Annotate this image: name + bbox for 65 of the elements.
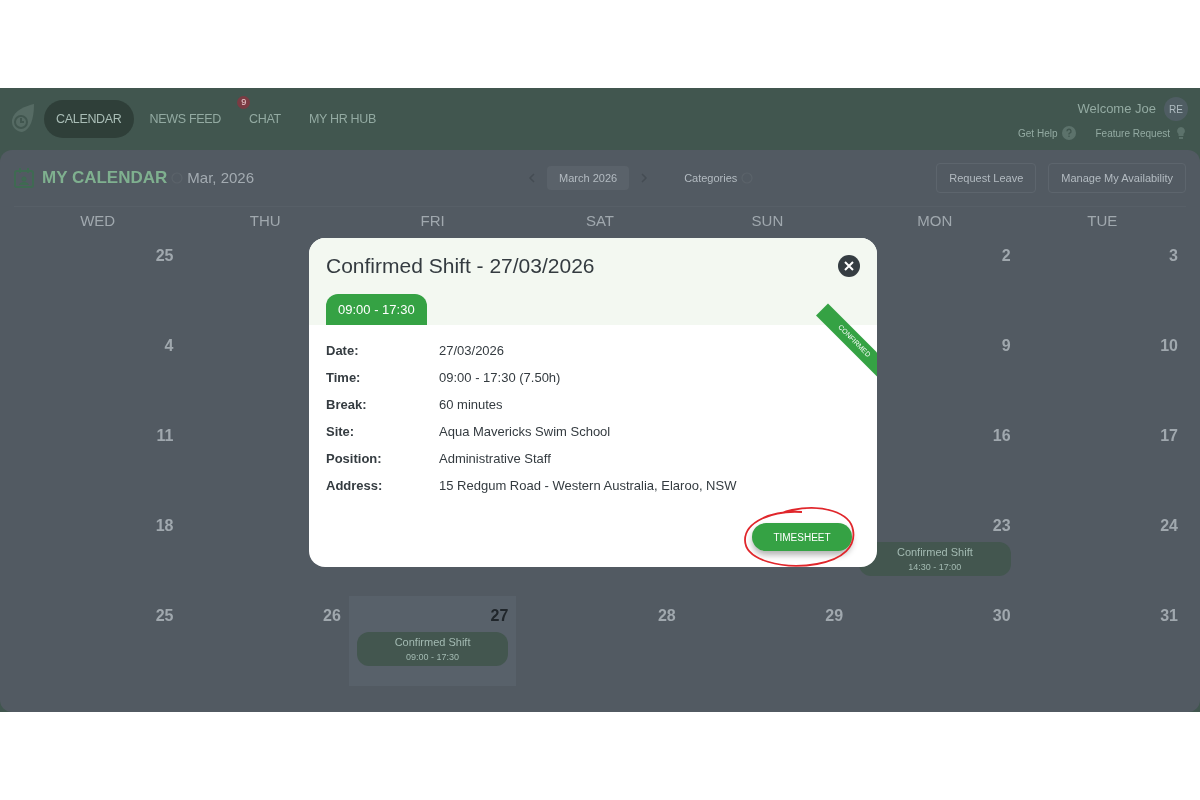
event-time: 14:30 - 17:00 — [908, 560, 962, 574]
detail-value: Aqua Mavericks Swim School — [439, 422, 611, 441]
date-number: 25 — [155, 606, 174, 626]
close-button[interactable] — [838, 254, 860, 277]
date-number: 31 — [1160, 606, 1178, 626]
weekday-header: MON — [916, 211, 954, 232]
page-title: MY CALENDAR — [42, 167, 168, 190]
date-number: 28 — [657, 606, 676, 626]
event-title: Confirmed Shift — [896, 545, 973, 560]
current-month: Mar, 2026 — [187, 167, 255, 188]
detail-label: Time: — [326, 368, 362, 387]
date-number: 16 — [992, 426, 1011, 446]
date-number: 18 — [155, 516, 174, 536]
weekday-header: WED — [79, 211, 117, 232]
detail-label: Date: — [326, 341, 360, 360]
date-number: 30 — [992, 606, 1011, 626]
lightbulb-icon — [1174, 125, 1188, 141]
detail-value: 27/03/2026 — [439, 341, 505, 360]
event-time: 09:00 - 17:30 — [406, 650, 460, 664]
timesheet-button[interactable]: TIMESHEET — [752, 523, 852, 551]
detail-value: Administrative Staff — [439, 449, 551, 468]
nav-tab[interactable]: CALENDAR — [44, 100, 134, 138]
date-number: 27 — [490, 606, 509, 626]
date-number: 17 — [1160, 426, 1178, 446]
notification-badge: 9 — [237, 96, 251, 109]
date-number: 4 — [164, 336, 174, 356]
date-number: 9 — [1001, 336, 1011, 356]
date-number: 11 — [156, 426, 174, 446]
nav-tab[interactable]: MY HR HUB — [296, 100, 389, 138]
date-number: 25 — [155, 246, 174, 266]
detail-value: 15 Redgum Road - Western Australia, Elaroo, NSW — [439, 476, 737, 495]
detail-label: Position: — [326, 449, 383, 468]
date-number: 10 — [1160, 336, 1178, 356]
header-link[interactable]: Get Help — [1018, 125, 1076, 141]
welcome-text: Welcome Joe — [1077, 100, 1156, 119]
detail-label: Break: — [326, 395, 368, 414]
date-number: 24 — [1160, 516, 1178, 536]
weekday-header: THU — [248, 211, 282, 232]
user-avatar[interactable]: RE — [1164, 97, 1188, 121]
categories-button[interactable]: Categories — [684, 169, 754, 187]
header-link[interactable]: Feature Request — [1095, 125, 1188, 141]
toolbar-button[interactable]: Request Leave — [936, 162, 1037, 194]
date-number: 2 — [1001, 246, 1011, 266]
weekday-header: TUE — [1086, 211, 1119, 232]
shift-event[interactable]: Confirmed Shift 09:00 - 17:30 — [356, 632, 509, 666]
date-number: 3 — [1169, 246, 1178, 266]
detail-value: 09:00 - 17:30 (7.50h) — [439, 368, 561, 387]
date-number: 23 — [992, 516, 1011, 536]
weekday-header: SUN — [750, 211, 785, 232]
help-icon — [1061, 126, 1076, 140]
dialog-title: Confirmed Shift - 27/03/2026 — [326, 253, 595, 279]
date-number: 26 — [323, 606, 341, 626]
date-number: 29 — [825, 606, 844, 626]
weekday-header: FRI — [419, 211, 446, 232]
detail-label: Address: — [326, 476, 384, 495]
month-picker[interactable]: March 2026 — [547, 165, 630, 191]
event-title: Confirmed Shift — [394, 635, 471, 650]
today-cell[interactable]: 27 Confirmed Shift 09:00 - 17:30 — [348, 596, 517, 686]
weekday-header: SAT — [584, 211, 615, 232]
nav-tab[interactable]: NEWS FEED — [137, 100, 234, 138]
detail-label: Site: — [326, 422, 356, 441]
toolbar-button[interactable]: Manage My Availability — [1048, 162, 1186, 194]
close-icon — [844, 260, 854, 271]
shift-event[interactable]: Confirmed Shift 14:30 - 17:00 — [859, 542, 1011, 576]
detail-value: 60 minutes — [439, 395, 503, 414]
